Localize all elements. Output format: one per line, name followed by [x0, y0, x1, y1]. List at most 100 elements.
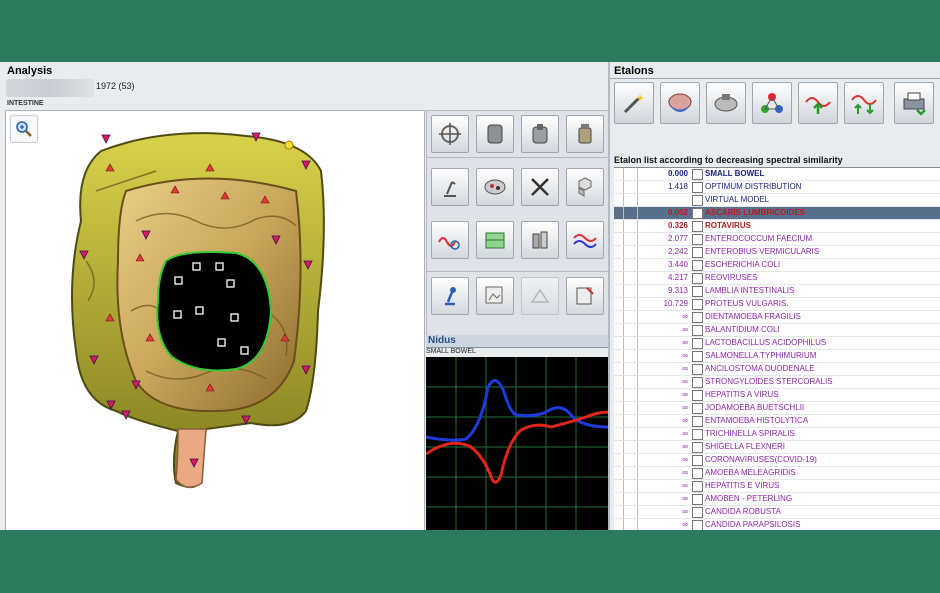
row-cell [614, 467, 624, 479]
cylinder-tool-button[interactable] [476, 115, 514, 153]
etalon-checkbox[interactable] [692, 208, 703, 219]
wand-button[interactable] [614, 82, 654, 124]
etalon-checkbox[interactable] [692, 364, 703, 375]
etalon-checkbox[interactable] [692, 299, 703, 310]
etalon-value: ∞ [682, 364, 688, 373]
etalon-row[interactable]: ∞ CANDIDA PARAPSILOSIS [614, 519, 940, 530]
etalon-row[interactable]: ∞ BALANTIDIUM COLI [614, 324, 940, 337]
etalon-row[interactable]: ∞ ENTAMOEBA HISTOLYTICA [614, 415, 940, 428]
etalon-checkbox[interactable] [692, 377, 703, 388]
cylinder-open-tool-button[interactable] [521, 115, 559, 153]
etalon-row[interactable]: VIRTUAL MODEL [614, 194, 940, 207]
etalons-divider [610, 78, 940, 79]
etalon-checkbox[interactable] [692, 234, 703, 245]
cross-icon [531, 178, 549, 196]
etalon-checkbox[interactable] [692, 286, 703, 297]
etalon-checkbox[interactable] [692, 312, 703, 323]
etalon-row[interactable]: 9.313 LAMBLIA INTESTINALIS [614, 285, 940, 298]
close-tool-button[interactable] [521, 168, 559, 206]
etalon-checkbox[interactable] [692, 195, 703, 206]
row-cell [624, 519, 638, 530]
microscope-tool-button[interactable] [431, 168, 469, 206]
etalon-row[interactable]: ∞ CORONAVIRUSES(COVID-19) [614, 454, 940, 467]
etalon-row[interactable]: 2.077 ENTEROCOCCUM FAECIUM [614, 233, 940, 246]
wave-search-tool-button[interactable] [431, 221, 469, 259]
etalon-row[interactable]: 2.242 ENTEROBIUS VERMICULARIS [614, 246, 940, 259]
report-tool-button[interactable] [566, 277, 604, 315]
etalon-checkbox[interactable] [692, 455, 703, 466]
crosshair-tool-button[interactable] [431, 115, 469, 153]
organ-image-view[interactable] [5, 110, 425, 530]
device-button[interactable] [706, 82, 746, 124]
etalon-checkbox[interactable] [692, 390, 703, 401]
cubes-icon [578, 177, 592, 197]
etalon-checkbox[interactable] [692, 403, 703, 414]
etalon-row[interactable]: ∞ DIENTAMOEBA FRAGILIS [614, 311, 940, 324]
spectrum-tool-button[interactable] [566, 221, 604, 259]
window-tool-button[interactable] [476, 277, 514, 315]
etalon-row[interactable]: ∞ JODAMOEBA BUETSCHLII [614, 402, 940, 415]
cubes-tool-button[interactable] [566, 168, 604, 206]
row-cell [614, 181, 624, 193]
etalon-checkbox[interactable] [692, 468, 703, 479]
etalon-row[interactable]: 0.326 ROTAVIRUS [614, 220, 940, 233]
etalon-row[interactable]: ∞ TRICHINELLA SPIRALIS [614, 428, 940, 441]
etalon-row[interactable]: ∞ LACTOBACILLUS ACIDOPHILUS [614, 337, 940, 350]
etalon-row[interactable]: 3.440 ESCHERICHIA COLI [614, 259, 940, 272]
etalon-name: DIENTAMOEBA FRAGILIS [705, 312, 801, 321]
etalon-checkbox[interactable] [692, 182, 703, 193]
etalon-row[interactable]: ∞ STRONGYLOIDES STERCORALIS [614, 376, 940, 389]
etalon-row[interactable]: ∞ AMOBEN - PETERLING [614, 493, 940, 506]
etalon-value: ∞ [682, 325, 688, 334]
etalon-row[interactable]: ∞ SALMONELLA TYPHIMURIUM [614, 350, 940, 363]
etalon-checkbox[interactable] [692, 494, 703, 505]
wave-up-button[interactable] [798, 82, 838, 124]
scope-tool-button[interactable] [431, 277, 469, 315]
etalon-value: ∞ [682, 494, 688, 503]
etalon-checkbox[interactable] [692, 416, 703, 427]
etalon-list[interactable]: 0.000 SMALL BOWEL 1.418 OPTIMUM DISTRIBUTIO… [614, 167, 940, 530]
cells-tool-button[interactable] [476, 168, 514, 206]
etalon-checkbox[interactable] [692, 351, 703, 362]
etalon-checkbox[interactable] [692, 221, 703, 232]
etalon-checkbox[interactable] [692, 247, 703, 258]
etalon-checkbox[interactable] [692, 481, 703, 492]
etalon-checkbox[interactable] [692, 273, 703, 284]
etalon-checkbox[interactable] [692, 169, 703, 180]
etalon-checkbox[interactable] [692, 429, 703, 440]
etalon-row[interactable]: ∞ ANCILOSTOMA DUODENALE [614, 363, 940, 376]
scan-tool-button[interactable] [521, 277, 559, 315]
row-cell [624, 454, 638, 466]
vials-tool-button[interactable] [521, 221, 559, 259]
etalon-checkbox[interactable] [692, 507, 703, 518]
etalon-row[interactable]: ∞ AMOEBA MELEAGRIDIS [614, 467, 940, 480]
etalon-value: 10.729 [663, 299, 688, 308]
row-cell [624, 181, 638, 193]
molecule-icon [761, 93, 783, 113]
etalon-checkbox[interactable] [692, 520, 703, 530]
etalon-row[interactable]: ∞ HEPATITIS A VIRUS [614, 389, 940, 402]
etalon-checkbox[interactable] [692, 260, 703, 271]
etalon-row[interactable]: 1.418 OPTIMUM DISTRIBUTION [614, 181, 940, 194]
wave-updown-button[interactable] [844, 82, 884, 124]
etalon-row[interactable]: 4.217 REOVIRUSES [614, 272, 940, 285]
etalon-name: LACTOBACILLUS ACIDOPHILUS [705, 338, 827, 347]
etalon-name: ENTAMOEBA HISTOLYTICA [705, 416, 809, 425]
print-button[interactable] [894, 82, 934, 124]
flask-tool-button[interactable] [476, 221, 514, 259]
etalon-row[interactable]: 0.000 SMALL BOWEL [614, 168, 940, 181]
molecule-button[interactable] [752, 82, 792, 124]
etalon-row[interactable]: ∞ HEPATITIS E VIRUS [614, 480, 940, 493]
etalon-row[interactable]: ∞ CANDIDA ROBUSTA [614, 506, 940, 519]
crosshair-icon [439, 123, 461, 145]
etalon-row[interactable]: ∞ SHIGELLA FLEXNERI [614, 441, 940, 454]
etalon-checkbox[interactable] [692, 442, 703, 453]
etalon-checkbox[interactable] [692, 325, 703, 336]
etalon-row[interactable]: 0.002 ASCARIS LUMBRICOIDES [614, 207, 940, 220]
brain-button[interactable] [660, 82, 700, 124]
etalon-name: SHIGELLA FLEXNERI [705, 442, 786, 451]
etalon-row[interactable]: 10.729 PROTEUS VULGARIS. [614, 298, 940, 311]
etalon-value: ∞ [682, 481, 688, 490]
etalon-checkbox[interactable] [692, 338, 703, 349]
jar-tool-button[interactable] [566, 115, 604, 153]
